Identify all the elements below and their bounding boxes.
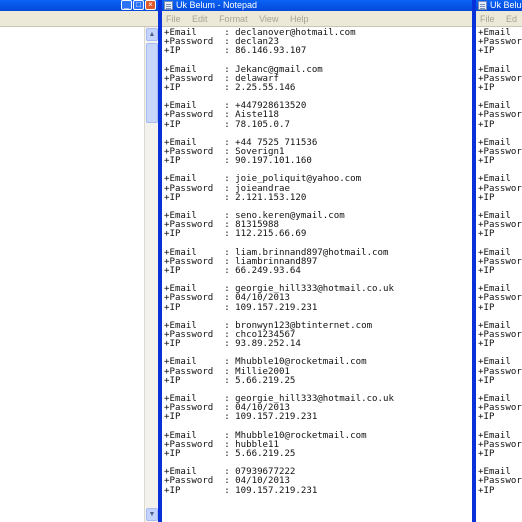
- record-label-line: +IP: [478, 339, 495, 350]
- record-ip-line: +IP : 86.146.93.107: [164, 46, 307, 57]
- menu-help[interactable]: Help: [290, 14, 309, 24]
- left-window-controls: _ □ ×: [121, 0, 156, 11]
- credential-record: +Email +Passwor +IP: [478, 321, 522, 359]
- record-ip-line: +IP : 78.105.0.7: [164, 119, 290, 130]
- right-window-titlebar[interactable]: Uk Belum: [476, 0, 522, 11]
- credential-record: +Email : +44 7525 711536 +Password : Sove…: [164, 138, 454, 176]
- credential-record: +Email +Passwor +IP: [478, 394, 522, 432]
- record-ip-line: +IP : 109.157.219.231: [164, 485, 318, 496]
- left-window-text-area[interactable]: [0, 27, 158, 522]
- record-label-line: +IP: [478, 448, 495, 459]
- left-window-menubar: [0, 11, 158, 27]
- record-label-line: +IP: [478, 83, 495, 93]
- menu-edit[interactable]: Ed: [506, 14, 517, 24]
- record-ip-line: +IP : 109.157.219.231: [164, 302, 318, 313]
- right-window-title: Uk Belum: [490, 0, 522, 10]
- record-ip-line: +IP : 5.66.219.25: [164, 375, 296, 386]
- notepad-icon: [164, 1, 173, 10]
- record-label-line: +IP: [478, 119, 495, 130]
- credential-record: +Email : declanover@hotmail.com +Password…: [164, 28, 454, 66]
- main-window-menubar: File Edit Format View Help: [162, 11, 472, 27]
- scroll-thumb[interactable]: [146, 43, 158, 123]
- credential-record: +Email : Jekanc@gmail.com +Password : del…: [164, 65, 454, 103]
- credential-record: +Email +Passwor +IP: [478, 431, 522, 469]
- credential-record: +Email +Passwor +IP: [478, 248, 522, 286]
- left-notepad-window: _ □ × ▲ ▼: [0, 0, 160, 522]
- record-label-line: +IP: [478, 192, 495, 203]
- credential-record: +Email : joie_poliquit@yahoo.com +Passwor…: [164, 175, 454, 212]
- credential-record: +Email : Mhubble10@rocketmail.com +Passwo…: [164, 431, 454, 469]
- right-window-text-content[interactable]: +Email +Passwor +IP +Email +Passwor +IP +Email…: [478, 28, 522, 505]
- record-label-line: +IP: [478, 412, 495, 423]
- credential-record: +Email +Passwor +IP: [478, 65, 522, 103]
- minimize-button[interactable]: _: [121, 0, 132, 10]
- record-label-line: +IP: [478, 375, 495, 386]
- record-label-line: +IP: [478, 46, 495, 57]
- credential-record: +Email : georgie_hill333@hotmail.co.uk +P…: [164, 394, 454, 432]
- credential-record: +Email +Passwor +IP: [478, 358, 522, 395]
- menu-file[interactable]: File: [480, 14, 495, 24]
- credential-record: +Email +Passwor +IP: [478, 28, 522, 66]
- record-ip-line: +IP : 90.197.101.160: [164, 156, 312, 167]
- close-button[interactable]: ×: [145, 0, 156, 10]
- credential-record: +Email +Passwor +IP: [478, 138, 522, 176]
- main-notepad-window: Uk Belum - Notepad File Edit Format View…: [160, 0, 474, 522]
- menu-format[interactable]: Format: [219, 14, 248, 24]
- credential-record: +Email : 07939677222 +Password : 04/10/20…: [164, 467, 454, 505]
- right-window-menubar: File Ed: [476, 11, 522, 27]
- right-notepad-window: Uk Belum File Ed +Email+Passwor+IP+Email…: [474, 0, 522, 522]
- record-ip-line: +IP : 93.89.252.14: [164, 339, 301, 350]
- right-window-text-area[interactable]: +Email +Passwor +IP +Email +Passwor +IP +Email…: [476, 27, 522, 522]
- menu-file[interactable]: File: [166, 14, 181, 24]
- maximize-button[interactable]: □: [133, 0, 144, 10]
- window-title: Uk Belum - Notepad: [176, 0, 258, 10]
- credential-record: +Email +Passwor +IP: [478, 284, 522, 322]
- record-label-line: +IP: [478, 485, 495, 496]
- main-window-titlebar[interactable]: Uk Belum - Notepad: [162, 0, 472, 11]
- record-label-line: +IP: [478, 302, 495, 313]
- record-ip-line: +IP : 109.157.219.231: [164, 412, 318, 423]
- scroll-up-arrow-icon[interactable]: ▲: [146, 28, 158, 41]
- credential-record: +Email +Passwor +IP: [478, 101, 522, 139]
- credential-record: +Email +Passwor +IP: [478, 211, 522, 249]
- credential-record: +Email : seno.keren@ymail.com +Password :…: [164, 211, 454, 249]
- record-label-line: +IP: [478, 265, 495, 276]
- credential-record: +Email : georgie_hill333@hotmail.co.uk +P…: [164, 284, 454, 322]
- record-ip-line: +IP : 2.121.153.120: [164, 192, 307, 203]
- notepad-text-content[interactable]: +Email : declanover@hotmail.com +Password…: [164, 28, 454, 505]
- menu-edit[interactable]: Edit: [192, 14, 208, 24]
- credential-record: +Email : Mhubble10@rocketmail.com +Passwo…: [164, 358, 454, 395]
- left-window-titlebar[interactable]: _ □ ×: [0, 0, 158, 11]
- record-ip-line: +IP : 5.66.219.25: [164, 448, 296, 459]
- record-ip-line: +IP : 112.215.66.69: [164, 229, 307, 240]
- record-label-line: +IP: [478, 229, 495, 240]
- notepad-icon: [478, 1, 487, 10]
- record-label-line: +IP: [478, 156, 495, 167]
- credential-record: +Email +Passwor +IP: [478, 175, 522, 212]
- record-ip-line: +IP : 2.25.55.146: [164, 83, 296, 93]
- menu-view[interactable]: View: [259, 14, 278, 24]
- credential-record: +Email +Passwor +IP: [478, 467, 522, 505]
- record-ip-line: +IP : 66.249.93.64: [164, 265, 301, 276]
- credential-record: +Email : +447928613520 +Password : Aiste1…: [164, 101, 454, 139]
- main-window-text-area[interactable]: +Email : declanover@hotmail.com +Password…: [162, 27, 472, 522]
- left-window-scrollbar[interactable]: ▲ ▼: [144, 27, 158, 522]
- scroll-down-arrow-icon[interactable]: ▼: [146, 508, 158, 521]
- credential-record: +Email : liam.brinnand897@hotmail.com +Pa…: [164, 248, 454, 286]
- credential-record: +Email : bronwyn123@btinternet.com +Passw…: [164, 321, 454, 359]
